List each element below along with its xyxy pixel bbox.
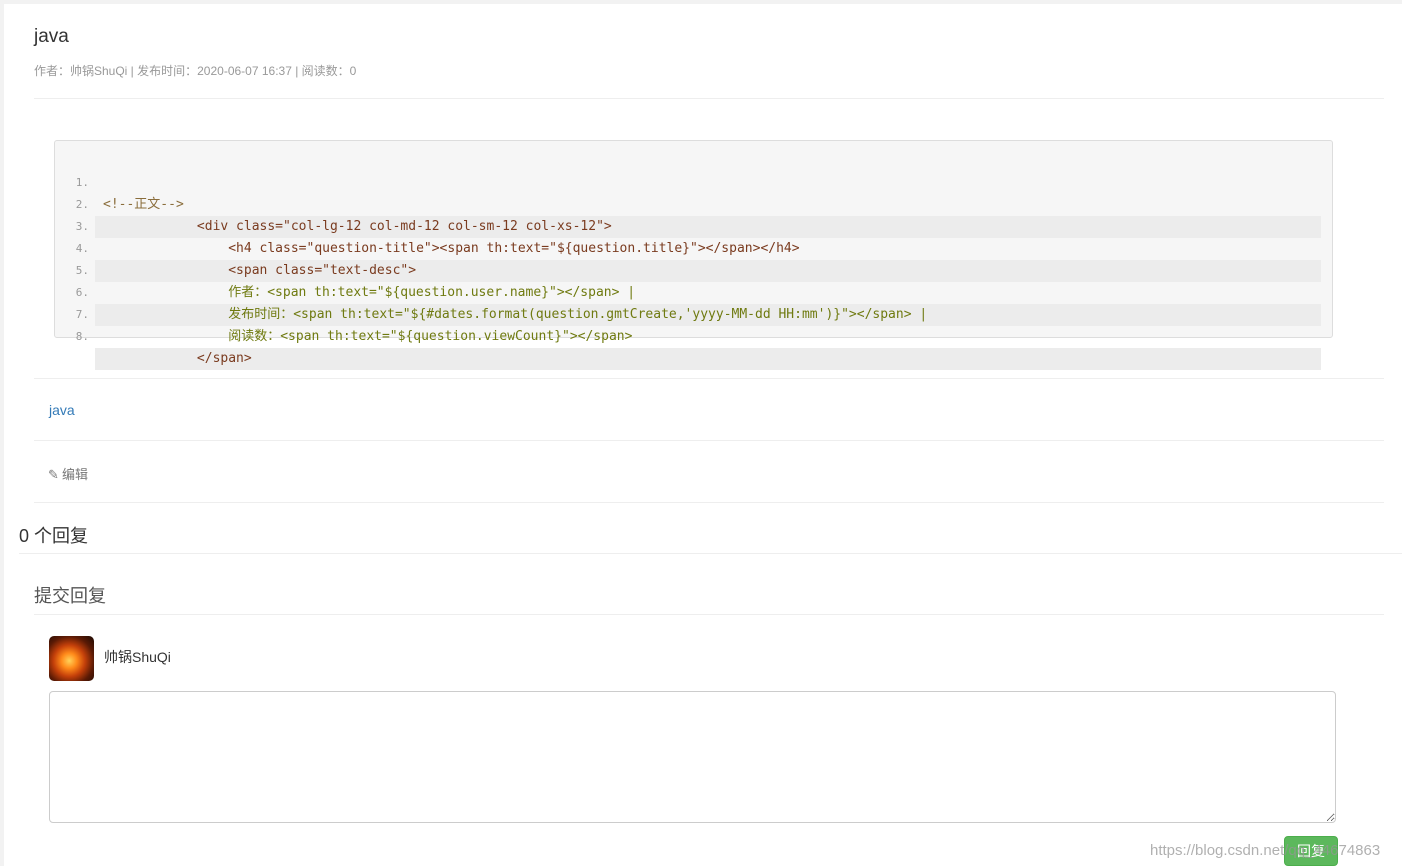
question-title: java [34,26,69,47]
divider [34,502,1384,503]
submit-reply-title: 提交回复 [34,586,106,607]
code-text: </span> [103,351,252,366]
code-line: 2. <div class="col-lg-12 col-md-12 col-s… [55,172,1331,238]
code-line: 7. 阅读数：<span th:text="${question.viewCou… [55,282,1331,344]
reply-textarea[interactable] [49,691,1336,823]
line-number: 8. [75,330,89,343]
code-line: 5. 作者：<span th:text="${question.user.nam… [55,238,1331,300]
avatar [49,636,94,681]
code-text: 阅读数：<span th:text="${question.viewCount}… [103,329,633,344]
code-block: 1. <!--正文--> 2. <div class="col-lg-12 co… [54,140,1333,370]
tag-link-java[interactable]: java [49,402,75,418]
edit-link[interactable]: ✎ 编辑 [48,464,88,483]
code-line: 4. <span class="text-desc"> [55,216,1331,282]
divider [19,553,1402,554]
page: java 作者：帅锅ShuQi | 发布时间：2020-06-07 16:37 … [4,4,1402,866]
code-line: 6. 发布时间：<span th:text="${#dates.format(q… [55,260,1331,326]
code-line: 3. <h4 class="question-title"><span th:t… [55,194,1331,256]
divider [34,440,1384,441]
current-username: 帅锅ShuQi [104,649,171,665]
watermark: https://blog.csdn.net/qq_44674863 [1150,842,1381,859]
question-meta: 作者：帅锅ShuQi | 发布时间：2020-06-07 16:37 | 阅读数… [34,64,357,78]
edit-label: 编辑 [62,467,89,482]
divider [34,98,1384,99]
code-line: 8. </span> [55,304,1331,370]
reply-count: 0 个回复 [19,526,89,546]
code-line: 1. <!--正文--> [55,150,1331,212]
divider [34,378,1384,379]
pencil-icon: ✎ [48,467,59,482]
divider [34,614,1384,615]
